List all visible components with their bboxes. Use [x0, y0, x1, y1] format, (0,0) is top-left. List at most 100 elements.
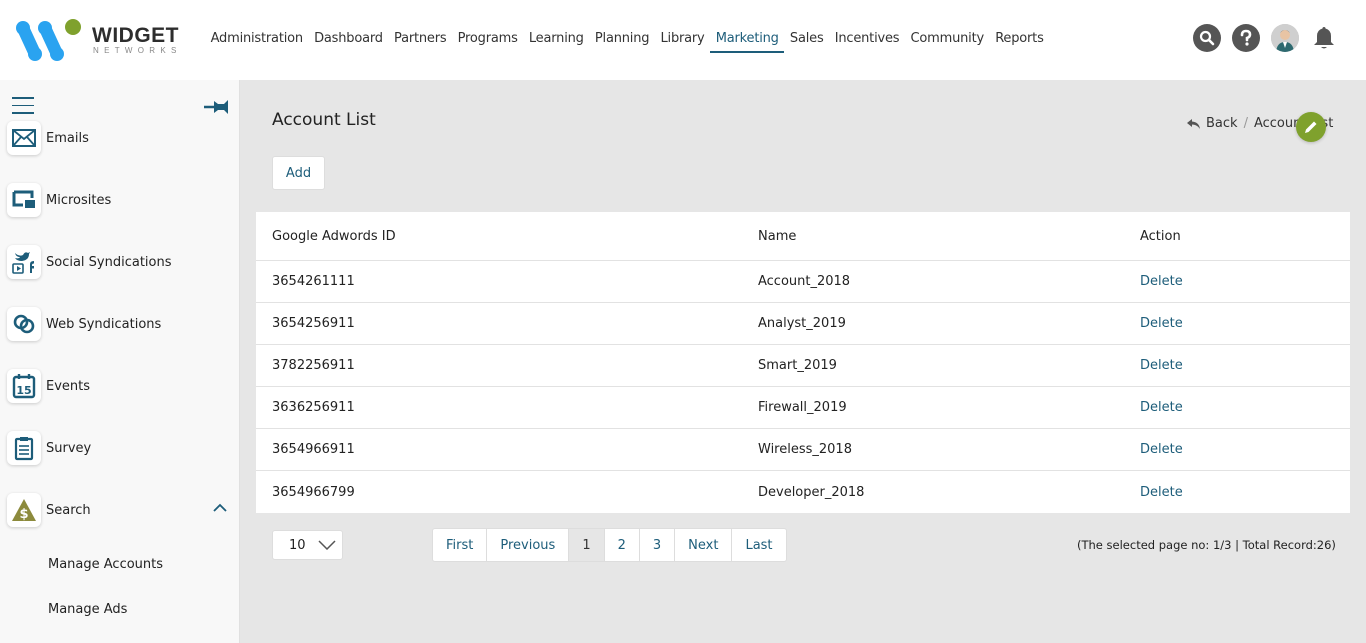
sidebar-subitem-manage-accounts[interactable]: Manage Accounts: [48, 557, 163, 572]
adwords-id-cell: 3654256911: [272, 316, 355, 331]
calendar-icon: 15: [7, 369, 41, 403]
page-next-button[interactable]: Next: [675, 529, 733, 561]
account-table: Google Adwords ID Name Action 3654261111…: [256, 212, 1350, 513]
add-button[interactable]: Add: [272, 156, 325, 190]
table-row: 3654256911 Analyst_2019 Delete: [256, 303, 1350, 345]
adwords-id-cell: 3782256911: [272, 358, 355, 373]
nav-sales[interactable]: Sales: [784, 29, 829, 53]
delete-link[interactable]: Delete: [1140, 261, 1183, 302]
logo-mark-icon: [16, 19, 81, 61]
pin-icon[interactable]: [204, 98, 230, 120]
page-previous-button[interactable]: Previous: [487, 529, 570, 561]
delete-link[interactable]: Delete: [1140, 345, 1183, 386]
main-nav: Administration Dashboard Partners Progra…: [205, 29, 1049, 53]
column-header-adwords-id[interactable]: Google Adwords ID: [272, 212, 396, 260]
adwords-id-cell: 3636256911: [272, 400, 355, 415]
adwords-id-cell: 3654261111: [272, 274, 355, 289]
name-cell: Analyst_2019: [758, 316, 846, 331]
link-icon: [7, 307, 41, 341]
brand-logo[interactable]: WIDGET NETWORKS: [14, 18, 184, 64]
name-cell: Smart_2019: [758, 358, 837, 373]
svg-text:15: 15: [16, 384, 31, 397]
name-cell: Developer_2018: [758, 484, 865, 500]
sidebar-item-emails[interactable]: Emails: [7, 120, 232, 156]
svg-text:$: $: [19, 507, 28, 522]
table-row: 3636256911 Firewall_2019 Delete: [256, 387, 1350, 429]
page-info: (The selected page no: 1/3 | Total Recor…: [1077, 538, 1336, 552]
table-header-row: Google Adwords ID Name Action: [256, 212, 1350, 261]
nav-administration[interactable]: Administration: [205, 29, 309, 53]
sidebar-item-events[interactable]: 15 Events: [7, 368, 232, 404]
bell-icon[interactable]: [1310, 24, 1338, 52]
page-title: Account List: [272, 110, 376, 130]
clipboard-icon: [7, 431, 41, 465]
sidebar-item-label: Search: [46, 502, 91, 518]
sidebar-item-web-syndications[interactable]: Web Syndications: [7, 306, 232, 342]
page-size-value: 10: [289, 537, 306, 553]
sidebar-item-survey[interactable]: Survey: [7, 430, 232, 466]
sidebar-item-microsites[interactable]: Microsites: [7, 182, 232, 218]
nav-learning[interactable]: Learning: [523, 29, 589, 53]
table-row: 3654261111 Account_2018 Delete: [256, 261, 1350, 303]
name-cell: Account_2018: [758, 274, 851, 289]
back-arrow-icon: [1187, 118, 1200, 129]
page-2-button[interactable]: 2: [605, 529, 640, 561]
edit-button[interactable]: [1296, 112, 1326, 142]
sidebar-subitem-manage-ads[interactable]: Manage Ads: [48, 602, 127, 617]
search-icon[interactable]: [1193, 24, 1221, 52]
sidebar-item-social-syndications[interactable]: Social Syndications: [7, 244, 232, 280]
sidebar-item-label: Emails: [46, 130, 89, 146]
pencil-icon: [1305, 121, 1317, 133]
table-row: 3654966799 Developer_2018 Delete: [256, 471, 1350, 513]
sidebar-item-label: Social Syndications: [46, 254, 172, 270]
brand-subtitle: NETWORKS: [93, 46, 182, 55]
page-last-button[interactable]: Last: [732, 529, 785, 561]
sidebar-item-label: Web Syndications: [46, 316, 162, 332]
pagination: First Previous 1 2 3 Next Last: [432, 528, 787, 562]
page-3-button[interactable]: 3: [640, 529, 676, 561]
menu-toggle-icon[interactable]: [12, 97, 34, 115]
nav-library[interactable]: Library: [655, 29, 710, 53]
page-first-button[interactable]: First: [433, 529, 488, 561]
sidebar: Emails Microsites Social Syndications We…: [0, 80, 240, 643]
social-icon: [7, 245, 41, 279]
name-cell: Wireless_2018: [758, 442, 852, 457]
delete-link[interactable]: Delete: [1140, 471, 1183, 513]
nav-incentives[interactable]: Incentives: [829, 29, 905, 53]
nav-programs[interactable]: Programs: [452, 29, 523, 53]
sidebar-item-search[interactable]: $ Search: [7, 492, 232, 528]
microsite-icon: [7, 183, 41, 217]
nav-planning[interactable]: Planning: [589, 29, 655, 53]
back-link[interactable]: Back: [1186, 116, 1238, 131]
name-cell: Firewall_2019: [758, 400, 847, 415]
sidebar-item-label: Survey: [46, 440, 92, 456]
dollar-triangle-icon: $: [7, 493, 41, 527]
help-icon[interactable]: [1232, 24, 1260, 52]
nav-reports[interactable]: Reports: [990, 29, 1050, 53]
page-size-select[interactable]: 10: [272, 530, 343, 560]
sidebar-item-label: Events: [46, 378, 91, 394]
nav-marketing[interactable]: Marketing: [710, 29, 785, 53]
table-row: 3654966911 Wireless_2018 Delete: [256, 429, 1350, 471]
nav-partners[interactable]: Partners: [388, 29, 452, 53]
page-1-button[interactable]: 1: [569, 529, 605, 561]
delete-link[interactable]: Delete: [1140, 303, 1183, 344]
column-header-name[interactable]: Name: [758, 212, 796, 260]
table-row: 3782256911 Smart_2019 Delete: [256, 345, 1350, 387]
nav-dashboard[interactable]: Dashboard: [309, 29, 389, 53]
adwords-id-cell: 3654966799: [272, 484, 355, 500]
delete-link[interactable]: Delete: [1140, 429, 1183, 470]
chevron-up-icon[interactable]: [212, 503, 228, 513]
brand-name: WIDGET: [92, 24, 179, 47]
sidebar-item-label: Microsites: [46, 192, 112, 208]
chevron-down-icon: [318, 540, 336, 550]
column-header-action: Action: [1140, 228, 1181, 244]
user-avatar[interactable]: [1271, 24, 1299, 52]
breadcrumb-separator: /: [1243, 116, 1248, 131]
header-actions: [1193, 24, 1338, 52]
nav-community[interactable]: Community: [905, 29, 990, 53]
delete-link[interactable]: Delete: [1140, 387, 1183, 428]
envelope-icon: [7, 121, 41, 155]
adwords-id-cell: 3654966911: [272, 442, 355, 457]
back-label: Back: [1206, 116, 1238, 131]
